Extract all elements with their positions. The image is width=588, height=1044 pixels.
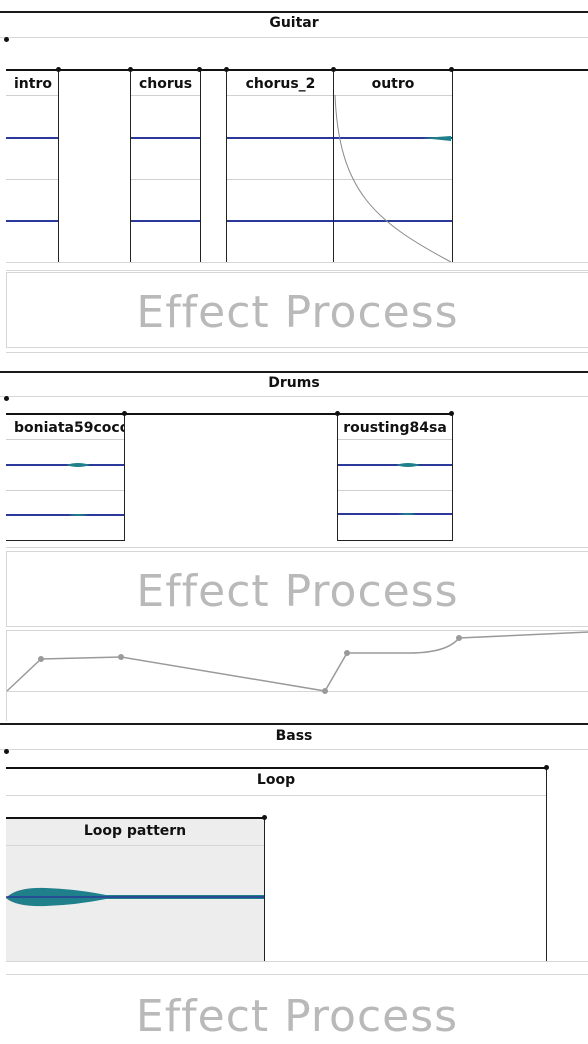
guitar-header-divider: [0, 37, 588, 38]
drums-effect-label: Effect Process: [136, 566, 459, 617]
guitar-clip-chorus[interactable]: chorus: [130, 69, 201, 263]
bass-track-top-border: [0, 723, 588, 725]
clip-start-handle[interactable]: [335, 411, 340, 416]
waveform-peaks: [396, 463, 420, 515]
waveform-peaks: [66, 463, 90, 516]
clip-end-handle[interactable]: [122, 411, 127, 416]
guitar-effect-area[interactable]: Effect Process: [6, 272, 588, 348]
bass-anchor-dot[interactable]: [4, 749, 9, 754]
drums-header-divider: [0, 396, 588, 397]
drums-lane-divider: [6, 547, 588, 548]
clip-start-handle[interactable]: [224, 67, 229, 72]
guitar-effect-label: Effect Process: [136, 287, 459, 338]
bass-lane-divider: [6, 974, 588, 975]
guitar-clip-intro[interactable]: intro: [6, 69, 59, 263]
waveform-line: [131, 220, 200, 222]
guitar-clip-outro[interactable]: outro: [333, 69, 453, 263]
loop-end-handle[interactable]: [544, 765, 549, 770]
waveform-line: [6, 220, 58, 222]
waveform-line: [6, 137, 58, 139]
clip-label: chorus: [138, 76, 193, 92]
guitar-track-title[interactable]: Guitar: [0, 15, 588, 31]
bass-track-title[interactable]: Bass: [0, 728, 588, 744]
clip-start-handle[interactable]: [128, 67, 133, 72]
bass-lane-divider: [6, 961, 588, 962]
clip-label: intro: [14, 76, 52, 92]
clip-end-handle[interactable]: [449, 411, 454, 416]
waveform-line: [227, 220, 334, 222]
clip-end-handle[interactable]: [56, 67, 61, 72]
loop-title: Loop: [256, 772, 296, 788]
waveform-line: [131, 137, 200, 139]
loop-pattern[interactable]: Loop pattern: [6, 817, 265, 961]
clip-label: chorus_2: [245, 76, 316, 92]
fade-out-curve[interactable]: [334, 71, 452, 263]
drums-anchor-dot[interactable]: [4, 396, 9, 401]
loop-waveform: [6, 887, 264, 907]
drums-clip-rousting[interactable]: rousting84sa: [337, 413, 453, 541]
guitar-lane-divider: [6, 262, 588, 263]
clip-end-handle[interactable]: [449, 67, 454, 72]
guitar-clip-chorus-2[interactable]: chorus_2: [226, 69, 335, 263]
bass-effect-area[interactable]: Effect Process: [6, 977, 588, 1044]
drums-clip-boniata[interactable]: boniata59coco: [6, 413, 125, 541]
guitar-bottom-divider: [6, 352, 588, 353]
waveform-line: [227, 137, 334, 139]
drums-effect-area[interactable]: Effect Process: [6, 551, 588, 627]
drums-track-title[interactable]: Drums: [0, 375, 588, 391]
clip-start-handle[interactable]: [331, 67, 336, 72]
guitar-anchor-dot[interactable]: [4, 37, 9, 42]
bass-header-divider: [0, 749, 588, 750]
loop-pattern-end-handle[interactable]: [262, 815, 267, 820]
automation-envelope[interactable]: [6, 631, 588, 721]
drums-automation-lane[interactable]: [6, 630, 588, 721]
guitar-track-top-border: [0, 11, 588, 13]
clip-end-handle[interactable]: [197, 67, 202, 72]
drums-track-top-border: [0, 371, 588, 373]
guitar-lane-divider: [6, 270, 588, 271]
bass-effect-label: Effect Process: [135, 991, 459, 1042]
